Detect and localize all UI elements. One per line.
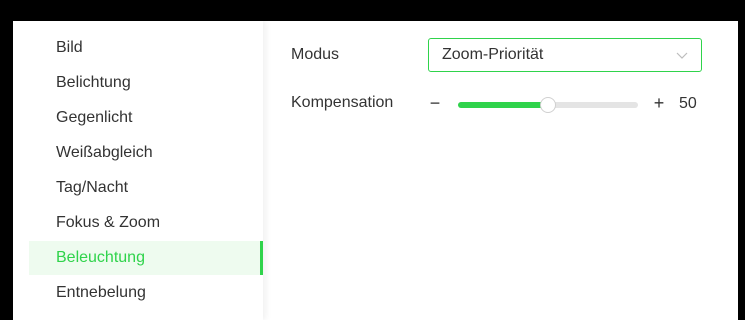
compensation-slider[interactable] [458, 97, 638, 113]
mode-select-value: Zoom-Priorität [442, 46, 544, 63]
sidebar-item-tag-nacht[interactable]: Tag/Nacht [29, 171, 263, 205]
compensation-slider-fill [458, 102, 548, 108]
chevron-down-icon [676, 52, 688, 59]
sidebar-item-fokus-zoom[interactable]: Fokus & Zoom [29, 206, 263, 240]
compensation-slider-thumb[interactable] [540, 97, 556, 113]
sidebar-item-label: Gegenlicht [56, 109, 133, 126]
sidebar-item-label: Fokus & Zoom [56, 214, 161, 231]
sidebar-item-label: Belichtung [56, 74, 131, 91]
sidebar: Bild Belichtung Gegenlicht Weißabgleich … [13, 21, 263, 320]
mode-label: Modus [291, 46, 340, 63]
sidebar-item-label: Tag/Nacht [56, 179, 129, 196]
sidebar-item-gegenlicht[interactable]: Gegenlicht [29, 101, 263, 135]
sidebar-item-belichtung[interactable]: Belichtung [29, 66, 263, 100]
sidebar-item-label: Entnebelung [56, 284, 146, 301]
compensation-label: Kompensation [291, 94, 394, 111]
sidebar-item-beleuchtung[interactable]: Beleuchtung [29, 241, 263, 275]
sidebar-item-label: Bild [56, 39, 83, 56]
sidebar-item-label: Weißabgleich [56, 144, 153, 161]
compensation-value: 50 [679, 95, 697, 112]
settings-panel: Bild Belichtung Gegenlicht Weißabgleich … [13, 21, 738, 320]
sidebar-item-weissabgleich[interactable]: Weißabgleich [29, 136, 263, 170]
mode-select[interactable]: Zoom-Priorität [428, 38, 702, 72]
sidebar-item-entnebelung[interactable]: Entnebelung [29, 276, 263, 310]
sidebar-item-label: Beleuchtung [56, 249, 145, 266]
compensation-increase-button[interactable]: + [650, 93, 668, 113]
compensation-decrease-button[interactable]: − [426, 93, 444, 113]
sidebar-item-bild[interactable]: Bild [29, 31, 263, 65]
